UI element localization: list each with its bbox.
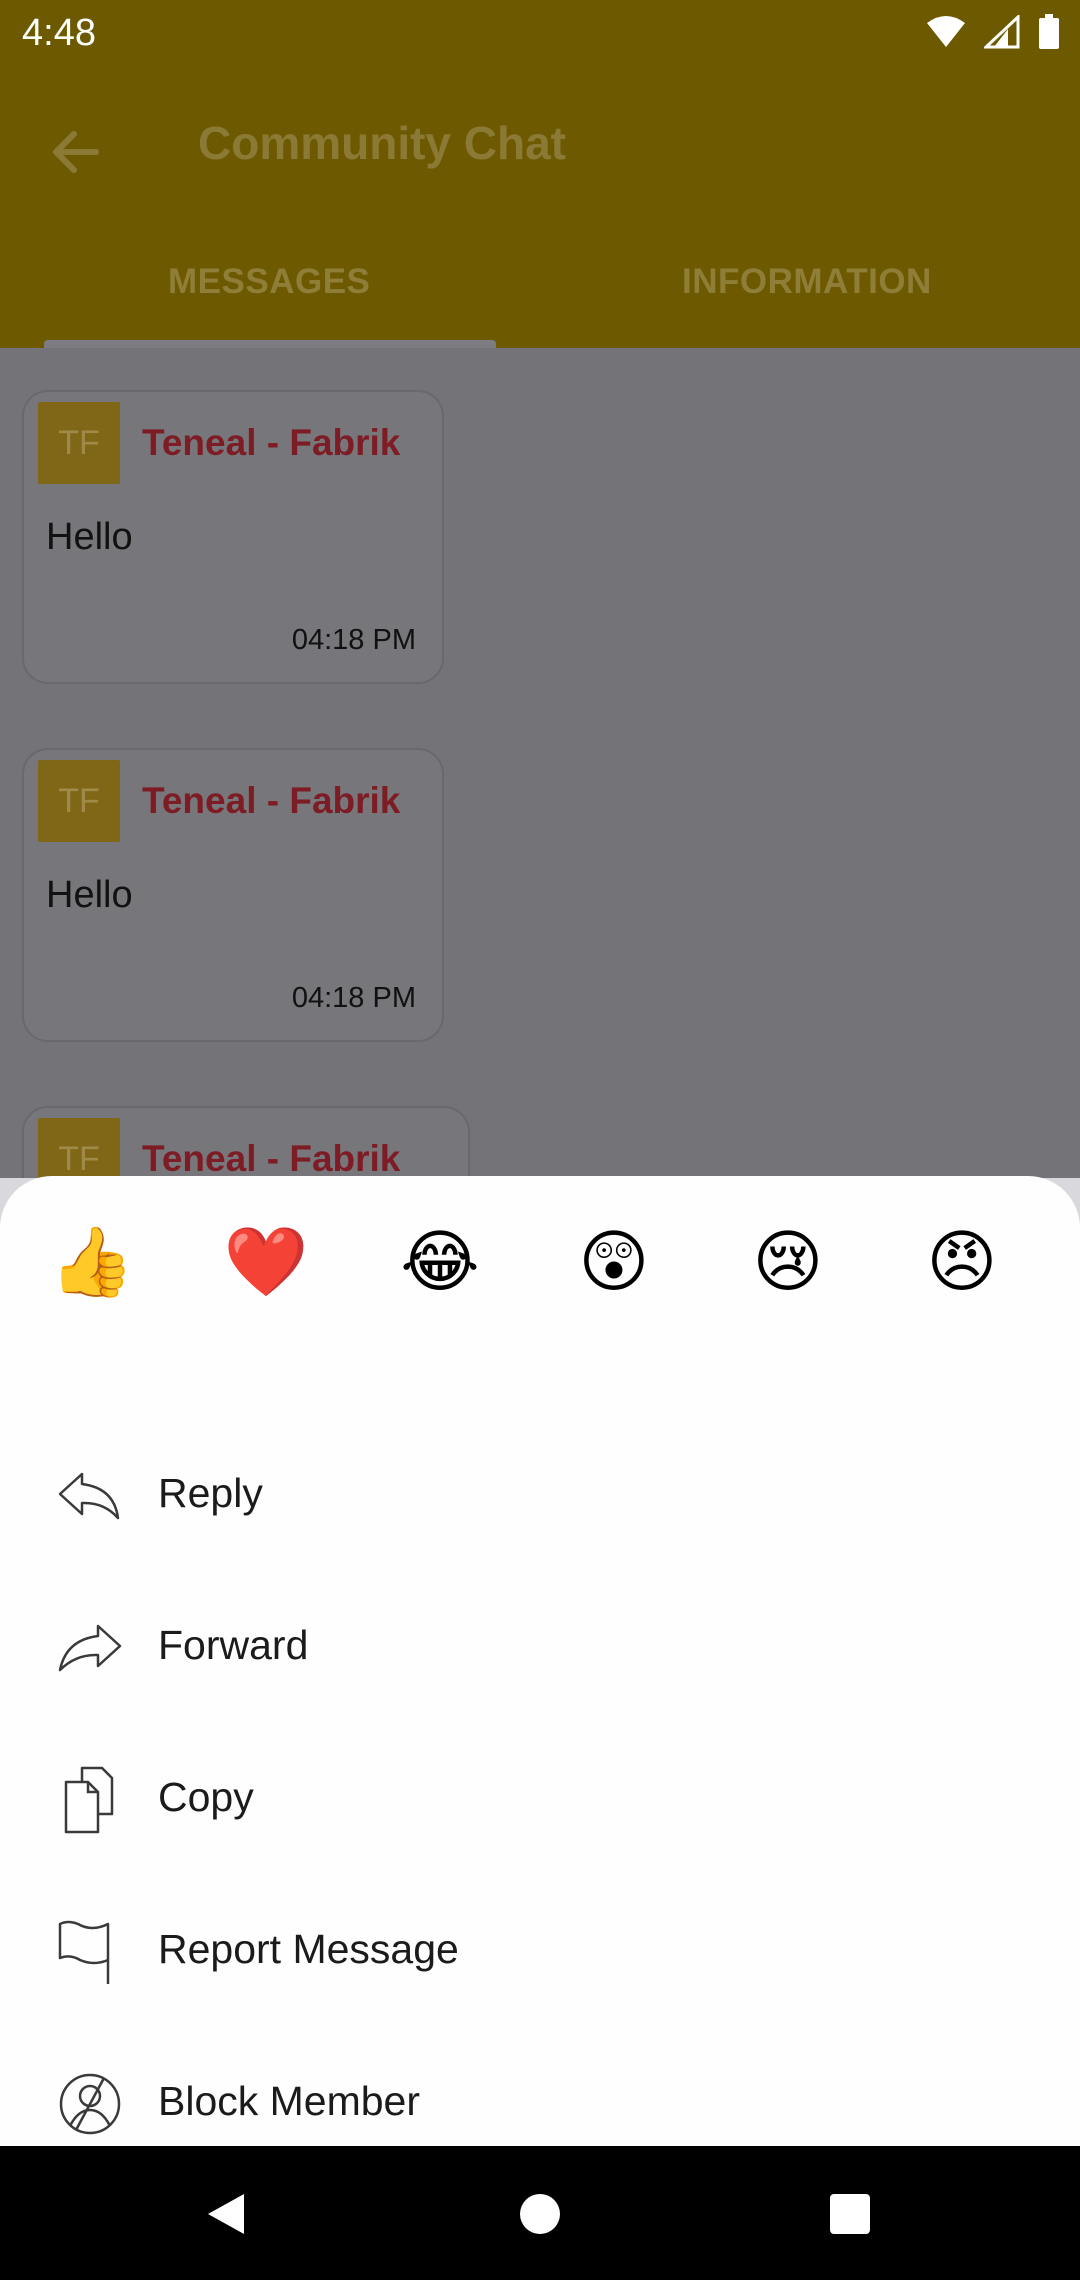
thumbs-up-icon[interactable]: 👍 bbox=[44, 1214, 140, 1310]
status-icons bbox=[926, 14, 1060, 50]
reaction-bar: 👍 ❤️ 😂 😲 😢 😠 bbox=[0, 1214, 1080, 1314]
sender-name: Teneal - Fabrik bbox=[142, 1138, 401, 1178]
heart-icon[interactable]: ❤️ bbox=[218, 1214, 314, 1310]
triangle-back-icon bbox=[208, 2194, 244, 2234]
sad-icon[interactable]: 😢 bbox=[740, 1214, 836, 1310]
circle-home-icon bbox=[520, 2194, 560, 2234]
forward-icon bbox=[58, 1624, 122, 1672]
message-bubble[interactable]: TF Teneal - Fabrik Hello 04:18 PM bbox=[22, 390, 444, 684]
page-title: Community Chat bbox=[198, 117, 566, 169]
app-bar: Community Chat MESSAGES INFORMATION bbox=[0, 66, 1080, 348]
status-time: 4:48 bbox=[22, 12, 96, 54]
avatar: TF bbox=[38, 402, 120, 484]
nav-recents-button[interactable] bbox=[818, 2182, 882, 2246]
message-time: 04:18 PM bbox=[291, 982, 416, 1014]
menu-item-label: Reply bbox=[158, 1470, 263, 1516]
message-time: 04:18 PM bbox=[291, 624, 416, 656]
menu-item-report-message[interactable]: Report Message bbox=[0, 1878, 1080, 2030]
nav-home-button[interactable] bbox=[508, 2182, 572, 2246]
avatar: TF bbox=[38, 1118, 120, 1178]
laughing-icon[interactable]: 😂 bbox=[392, 1214, 488, 1310]
flag-icon bbox=[58, 1920, 110, 1984]
menu-item-label: Report Message bbox=[158, 1926, 459, 1972]
menu-item-label: Block Member bbox=[158, 2078, 421, 2124]
menu-item-label: Copy bbox=[158, 1774, 254, 1820]
menu-item-copy[interactable]: Copy bbox=[0, 1726, 1080, 1878]
avatar: TF bbox=[38, 760, 120, 842]
message-text: Hello bbox=[46, 874, 133, 916]
message-text: Hello bbox=[46, 516, 133, 558]
sender-name: Teneal - Fabrik bbox=[142, 780, 401, 821]
menu-item-label: Forward bbox=[158, 1622, 309, 1668]
arrow-back-icon bbox=[53, 131, 99, 173]
wifi-icon bbox=[927, 16, 965, 47]
surprised-icon[interactable]: 😲 bbox=[566, 1214, 662, 1310]
system-navigation-bar bbox=[0, 2146, 1080, 2280]
sender-name: Teneal - Fabrik bbox=[142, 422, 401, 463]
block-icon bbox=[59, 2073, 121, 2135]
message-bubble[interactable]: TF Teneal - Fabrik bbox=[22, 1106, 470, 1178]
nav-back-button[interactable] bbox=[194, 2182, 258, 2246]
battery-icon bbox=[1039, 14, 1059, 49]
tab-information[interactable]: INFORMATION bbox=[682, 262, 932, 302]
messages-list: TF Teneal - Fabrik Hello 04:18 PM TF Ten… bbox=[0, 348, 1080, 1178]
copy-icon bbox=[64, 1766, 114, 1834]
back-button[interactable] bbox=[44, 120, 108, 184]
status-bar: 4:48 bbox=[0, 0, 1080, 66]
angry-icon[interactable]: 😠 bbox=[914, 1214, 1010, 1310]
reply-icon bbox=[58, 1472, 120, 1520]
menu-item-forward[interactable]: Forward bbox=[0, 1574, 1080, 1726]
tab-messages[interactable]: MESSAGES bbox=[168, 262, 370, 302]
cellular-signal-icon bbox=[984, 15, 1020, 49]
message-actions-sheet: 👍 ❤️ 😂 😲 😢 😠 Reply Forward Copy Report M… bbox=[0, 1176, 1080, 2146]
menu-item-reply[interactable]: Reply bbox=[0, 1422, 1080, 1574]
square-recents-icon bbox=[830, 2194, 870, 2234]
tab-indicator bbox=[44, 340, 496, 348]
message-bubble[interactable]: TF Teneal - Fabrik Hello 04:18 PM bbox=[22, 748, 444, 1042]
